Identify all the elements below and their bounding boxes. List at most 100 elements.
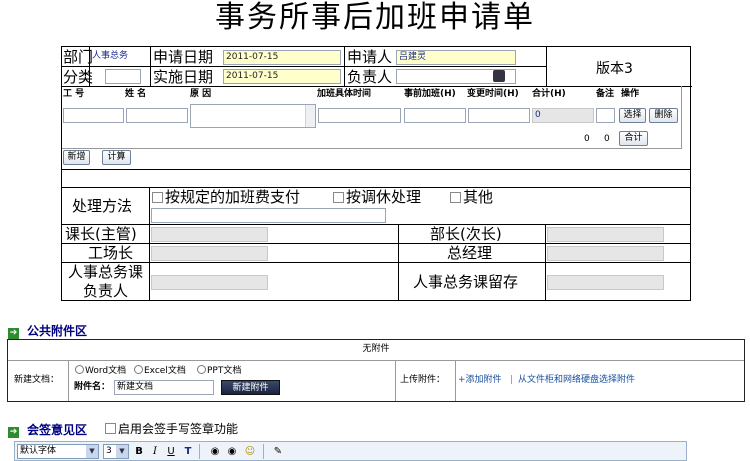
attachments-panel: 无附件 新建文档： Word文档 Excel文档 PPT文档 附件名： 新建文档…: [7, 339, 745, 402]
other-text-field[interactable]: [151, 208, 386, 223]
font-select-value: 默认字体: [20, 446, 57, 456]
change-hours-input[interactable]: [468, 108, 530, 123]
delete-button[interactable]: 删除: [649, 108, 678, 123]
countersign-section-header: ➔ 会签意见区: [8, 423, 87, 438]
applicant-label: 申请人: [347, 48, 393, 66]
handwriting-toggle-label: 启用会签手写签章功能: [118, 422, 239, 436]
radio-word[interactable]: Word文档: [75, 365, 126, 377]
apply-date-label: 申请日期: [153, 48, 214, 66]
checkbox-icon[interactable]: [450, 192, 461, 203]
method-option-other[interactable]: 其他: [450, 188, 493, 206]
textarea-scrollbar[interactable]: [305, 105, 315, 127]
new-attachment-button[interactable]: 新建附件: [221, 380, 280, 395]
reason-textarea[interactable]: [190, 104, 316, 128]
col-action: 操作: [621, 89, 640, 99]
col-change-hours: 变更时间(H): [467, 89, 519, 99]
world-icon[interactable]: ◉: [225, 444, 239, 459]
chevron-down-icon[interactable]: ▼: [116, 445, 128, 458]
divider: [61, 169, 691, 170]
divider: [8, 360, 744, 361]
section-chief-label: 课长(主管): [65, 225, 137, 243]
note-input[interactable]: [596, 108, 615, 123]
arrow-right-icon: ➔: [8, 427, 19, 438]
underline-button[interactable]: U: [165, 444, 177, 459]
radio-icon[interactable]: [75, 365, 84, 374]
divider: [546, 47, 547, 86]
col-reason: 原 因: [190, 89, 212, 99]
hr-owner-label: 人事总务课负责人: [67, 263, 143, 300]
divider: [395, 360, 396, 401]
text-color-button[interactable]: T: [181, 444, 195, 459]
method-option-pay[interactable]: 按规定的加班费支付: [152, 188, 300, 206]
exec-date-field[interactable]: 2011-07-15: [223, 69, 341, 84]
col-note: 备注: [596, 89, 615, 99]
divider: [149, 187, 150, 301]
sum-button[interactable]: 合计: [619, 131, 648, 146]
divider: [62, 66, 546, 67]
chevron-down-icon[interactable]: ▼: [86, 445, 98, 458]
address-book-icon[interactable]: [493, 70, 505, 82]
method-label: 处理方法: [72, 197, 133, 215]
upload-label: 上传附件：: [400, 375, 446, 385]
divider: [199, 444, 200, 459]
section-chief-field: [151, 227, 268, 242]
radio-icon[interactable]: [134, 365, 143, 374]
dept-head-field: [547, 227, 664, 242]
eraser-icon[interactable]: ✎: [271, 444, 285, 459]
editor-toolbar: 默认字体 ▼ 3 ▼ B I U T ◉ ◉ ☺ ✎: [14, 441, 687, 461]
col-time: 加班具体时间: [317, 89, 372, 99]
page-title: 事务所事后加班申请单: [215, 0, 535, 35]
version-label: 版本3: [596, 61, 633, 77]
radio-ppt[interactable]: PPT文档: [197, 365, 241, 377]
method-option-other-label: 其他: [463, 188, 494, 206]
dept-label: 部门: [63, 48, 94, 66]
method-option-rest[interactable]: 按调休处理: [333, 188, 421, 206]
total-field: 0: [532, 108, 594, 123]
attachment-name-label: 附件名：: [74, 382, 111, 392]
col-name: 姓 名: [125, 89, 147, 99]
sum-a: 0: [584, 134, 590, 144]
add-attachment-link[interactable]: +添加附件: [458, 375, 502, 386]
handwriting-toggle[interactable]: 启用会签手写签章功能: [105, 422, 238, 436]
link-separator: |: [510, 375, 514, 385]
divider: [61, 224, 691, 225]
checkbox-icon[interactable]: [152, 192, 163, 203]
apply-date-field[interactable]: 2011-07-15: [223, 50, 341, 65]
smiley-icon[interactable]: ☺: [243, 444, 257, 459]
category-field[interactable]: [105, 69, 141, 84]
choose-from-cabinet-link[interactable]: 从文件柜和网络硬盘选择附件: [518, 375, 635, 386]
col-pre-hours: 事前加班(H): [404, 89, 456, 99]
checkbox-icon[interactable]: [105, 423, 116, 434]
select-button[interactable]: 选择: [619, 108, 646, 123]
calc-button[interactable]: 计算: [102, 150, 131, 165]
pre-hours-input[interactable]: [404, 108, 466, 123]
hr-archive-label: 人事总务课留存: [413, 273, 519, 291]
radio-word-label: Word文档: [85, 366, 127, 376]
name-input[interactable]: [126, 108, 188, 123]
emp-no-input[interactable]: [63, 108, 124, 123]
applicant-field[interactable]: 吕建灵: [396, 50, 516, 65]
time-input[interactable]: [318, 108, 401, 123]
attachments-section-title: 公共附件区: [27, 324, 88, 338]
divider: [455, 360, 456, 401]
bold-button[interactable]: B: [133, 444, 145, 459]
checkbox-icon[interactable]: [333, 192, 344, 203]
general-manager-label: 总经理: [447, 244, 493, 262]
italic-button[interactable]: I: [149, 444, 161, 459]
radio-excel-label: Excel文档: [144, 366, 186, 376]
divider: [68, 360, 69, 401]
radio-excel[interactable]: Excel文档: [134, 365, 186, 377]
add-row-button[interactable]: 新增: [63, 150, 90, 165]
divider: [681, 86, 682, 148]
divider: [62, 148, 682, 149]
factory-head-label: 工场长: [88, 244, 134, 262]
col-total: 合计(H): [532, 89, 566, 99]
dept-value: 人事总务: [92, 51, 129, 61]
size-select-value: 3: [106, 446, 112, 456]
size-select[interactable]: 3 ▼: [103, 444, 129, 459]
radio-icon[interactable]: [197, 365, 206, 374]
divider: [263, 444, 264, 459]
font-select[interactable]: 默认字体 ▼: [17, 444, 99, 459]
attachment-name-input[interactable]: 新建文档: [114, 380, 214, 395]
globe-icon[interactable]: ◉: [208, 444, 222, 459]
